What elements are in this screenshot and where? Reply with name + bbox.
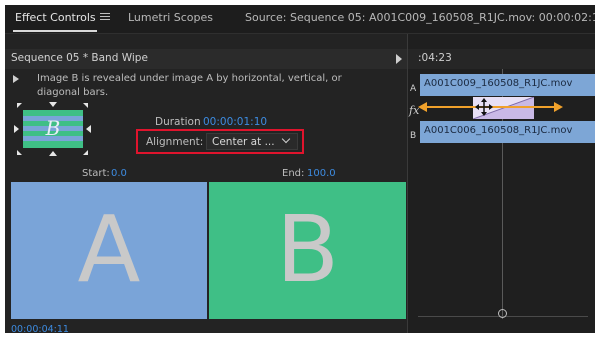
edge-selector-se-icon[interactable]: [83, 150, 88, 155]
clip-b[interactable]: A001C006_160508_R1JC.mov: [420, 121, 595, 143]
chevron-down-icon: [281, 134, 291, 144]
preview-b-letter: B: [275, 196, 340, 303]
edge-selector-n-icon[interactable]: [49, 102, 57, 107]
sequence-header: Sequence 05 * Band Wipe: [5, 49, 407, 69]
current-timecode[interactable]: 00:00:04:11: [11, 324, 69, 333]
preview-a[interactable]: A: [11, 182, 207, 319]
hamburger-icon[interactable]: [100, 13, 110, 21]
clip-b-name: A001C006_160508_R1JC.mov: [424, 125, 573, 136]
alignment-value: Center at ...: [212, 136, 275, 148]
track-a-label: A: [410, 84, 417, 94]
clip-a[interactable]: A001C009_160508_R1JC.mov: [420, 74, 595, 96]
edge-selector-s-icon[interactable]: [49, 151, 57, 156]
timeline-ruler[interactable]: :04:23: [408, 49, 595, 69]
source-label: Source: Sequence 05: A001C009_160508_R1J…: [245, 11, 595, 24]
panel-tab-bar: Effect Controls Lumetri Scopes Source: S…: [5, 5, 595, 34]
move-cursor-icon: [475, 98, 493, 116]
preview-b[interactable]: B: [209, 182, 406, 319]
play-arrow-icon[interactable]: [396, 54, 402, 64]
effect-controls-panel: Sequence 05 * Band Wipe Image B is revea…: [5, 34, 407, 333]
transition-thumbnail[interactable]: B: [23, 110, 83, 148]
duration-label: Duration: [155, 116, 201, 128]
edge-selector-nw-icon[interactable]: [17, 103, 22, 108]
duration-value[interactable]: 00:00:01:10: [203, 116, 267, 128]
alignment-label: Alignment:: [146, 136, 204, 148]
mini-timeline: :04:23 A fx B A001C009_160508_R1JC.mov A…: [407, 34, 595, 333]
alignment-highlight: Alignment: Center at ...: [136, 129, 304, 154]
alignment-dropdown[interactable]: Center at ...: [206, 133, 298, 150]
play-preview-icon[interactable]: [13, 75, 19, 83]
preview-a-letter: A: [77, 196, 141, 303]
thumbnail-letter: B: [45, 116, 61, 140]
sequence-title: Sequence 05 * Band Wipe: [11, 52, 148, 64]
clip-a-name: A001C009_160508_R1JC.mov: [424, 78, 573, 89]
effect-description: Image B is revealed under image A by hor…: [37, 73, 342, 98]
end-label: End:: [282, 168, 305, 179]
end-value[interactable]: 100.0: [307, 168, 336, 179]
edge-selector-ne-icon[interactable]: [83, 103, 88, 108]
track-b-label: B: [410, 131, 417, 141]
premiere-window: Effect Controls Lumetri Scopes Source: S…: [5, 5, 595, 333]
edge-selector-w-icon[interactable]: [14, 125, 19, 133]
edge-selector-sw-icon[interactable]: [17, 150, 22, 155]
tab-effect-controls[interactable]: Effect Controls: [15, 11, 96, 24]
start-value[interactable]: 0.0: [111, 168, 127, 179]
active-tab-indicator: [13, 30, 97, 32]
tab-lumetri-scopes[interactable]: Lumetri Scopes: [128, 11, 213, 24]
ruler-time: :04:23: [418, 52, 452, 64]
start-label: Start:: [82, 168, 110, 179]
edge-selector-e-icon[interactable]: [86, 125, 91, 133]
zoom-handle[interactable]: [498, 309, 507, 318]
